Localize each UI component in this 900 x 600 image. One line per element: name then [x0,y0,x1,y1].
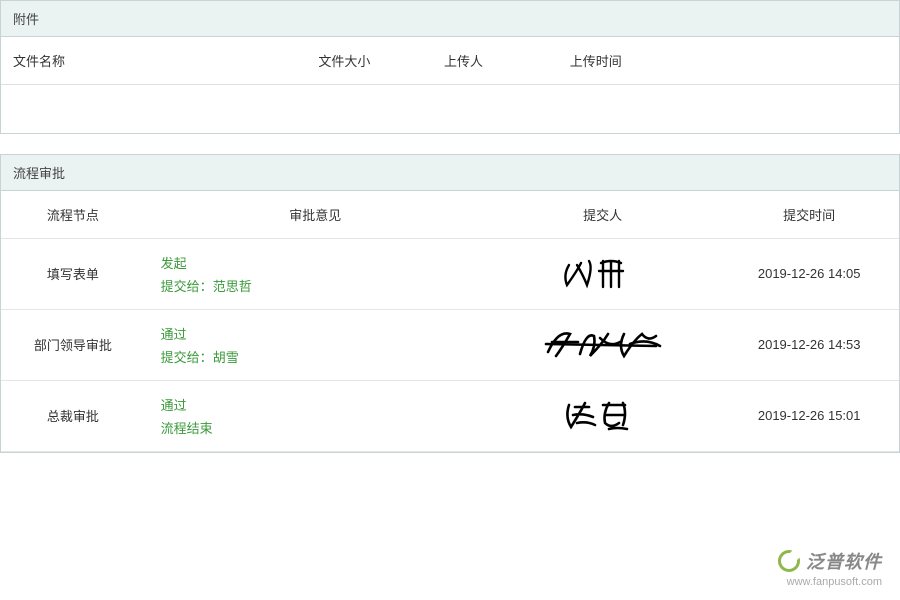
cell-node: 部门领导审批 [1,309,145,380]
table-row: 部门领导审批 通过 提交给：胡雪 2019-12-26 [1,309,899,380]
table-row: 文件名称 文件大小 上传人 上传时间 [1,37,899,85]
attachments-section: 附件 文件名称 文件大小 上传人 上传时间 [0,0,900,134]
table-row [1,85,899,133]
footer-brand: 泛普软件 [806,548,882,574]
opinion-submit-label: 流程结束 [161,421,213,436]
logo-ring-icon [778,550,800,572]
table-row: 填写表单 发起 提交给：范思哲 2019-12-26 14:05 [1,238,899,309]
signature-icon [538,322,668,368]
opinion-submit-to: 胡雪 [213,350,239,365]
attachments-title: 附件 [1,1,899,37]
approval-section: 流程审批 流程节点 审批意见 提交人 提交时间 填写表单 发起 提交给：范思哲 [0,154,900,453]
col-submitter: 提交人 [486,191,719,239]
cell-submitter-signature [486,238,719,309]
col-opinion: 审批意见 [145,191,486,239]
signature-icon [553,393,653,439]
opinion-action: 通过 [161,324,478,343]
cell-time: 2019-12-26 15:01 [719,380,899,451]
col-filesize: 文件大小 [306,37,432,85]
table-row: 总裁审批 通过 流程结束 2019-12-26 15:01 [1,380,899,451]
cell-submitter-signature [486,309,719,380]
opinion-submit-label: 提交给： [161,350,213,365]
cell-node: 总裁审批 [1,380,145,451]
col-action2 [809,37,899,85]
footer-url: www.fanpusoft.com [778,576,882,588]
col-filename: 文件名称 [1,37,306,85]
table-row: 流程节点 审批意见 提交人 提交时间 [1,191,899,239]
cell-opinion: 发起 提交给：范思哲 [145,238,486,309]
footer-logo: 泛普软件 www.fanpusoft.com [778,548,882,588]
attachments-table: 文件名称 文件大小 上传人 上传时间 [1,37,899,133]
cell-time: 2019-12-26 14:05 [719,238,899,309]
col-node: 流程节点 [1,191,145,239]
col-submittime: 提交时间 [719,191,899,239]
col-uploadtime: 上传时间 [558,37,720,85]
approval-title: 流程审批 [1,155,899,191]
cell-node: 填写表单 [1,238,145,309]
cell-opinion: 通过 提交给：胡雪 [145,309,486,380]
opinion-submit-to: 范思哲 [213,279,252,294]
col-action1 [719,37,809,85]
opinion-action: 发起 [161,253,478,272]
signature-icon [553,251,653,297]
col-uploader: 上传人 [432,37,558,85]
cell-opinion: 通过 流程结束 [145,380,486,451]
cell-time: 2019-12-26 14:53 [719,309,899,380]
opinion-action: 通过 [161,395,478,414]
cell-submitter-signature [486,380,719,451]
opinion-submit-label: 提交给： [161,279,213,294]
approval-table: 流程节点 审批意见 提交人 提交时间 填写表单 发起 提交给：范思哲 [1,191,899,452]
